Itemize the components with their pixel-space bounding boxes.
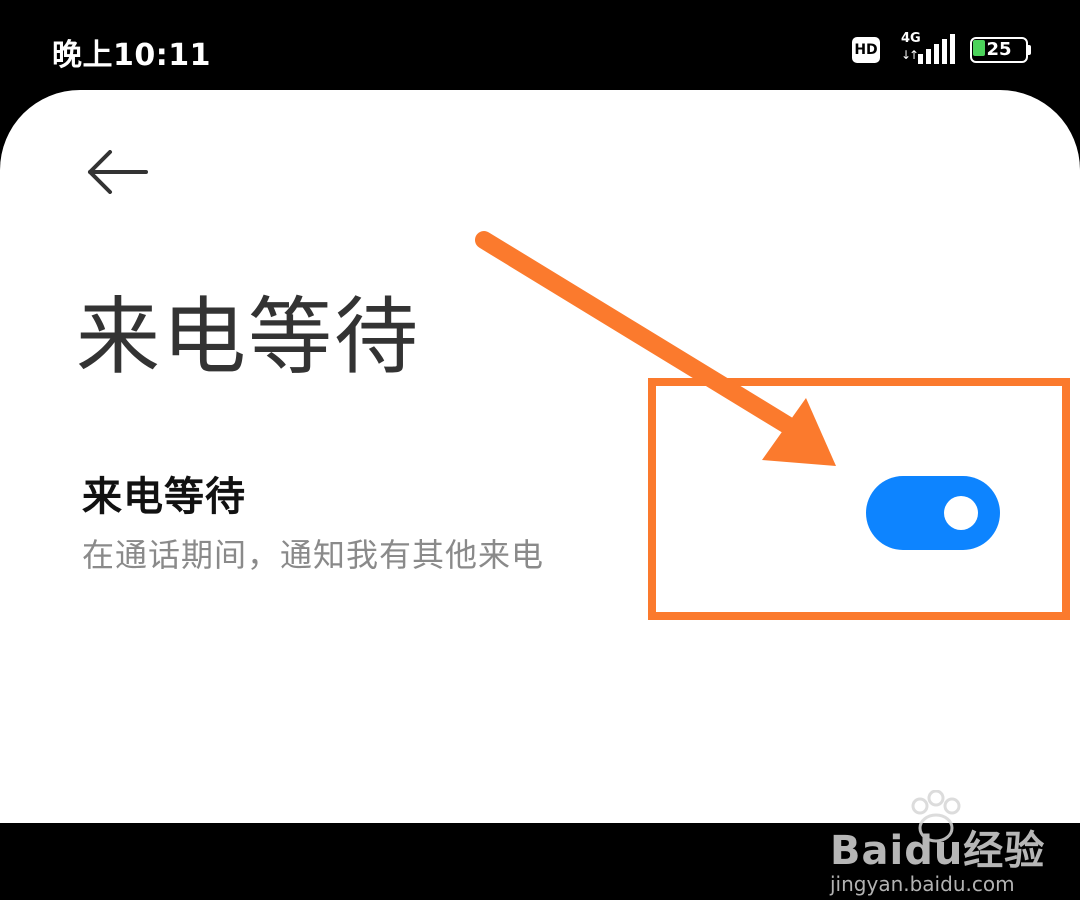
toggle-knob xyxy=(944,496,978,530)
battery-level: 25 xyxy=(986,39,1012,60)
settings-page: 来电等待 来电等待 在通话期间，通知我有其他来电 Baidu经验 jingyan… xyxy=(0,90,1080,896)
watermark-brand: Baidu经验 xyxy=(830,828,1046,874)
setting-label: 来电等待 xyxy=(82,474,246,520)
call-waiting-toggle[interactable] xyxy=(866,476,1000,550)
page-title: 来电等待 xyxy=(76,288,421,386)
back-arrow-icon[interactable] xyxy=(84,150,150,194)
watermark-url: jingyan.baidu.com xyxy=(830,872,1015,896)
hd-badge: HD xyxy=(852,37,880,63)
battery-icon: 25 xyxy=(970,37,1031,63)
status-time: 晚上10:11 xyxy=(52,38,211,73)
network-activity-icon: ↓↑ xyxy=(901,48,919,62)
watermark: Baidu经验 jingyan.baidu.com xyxy=(830,790,1044,900)
signal-strength-icon xyxy=(918,34,955,64)
setting-description: 在通话期间，通知我有其他来电 xyxy=(82,536,545,574)
status-bar: 晚上10:11 HD 4G ↓↑ 25 xyxy=(0,0,1080,100)
